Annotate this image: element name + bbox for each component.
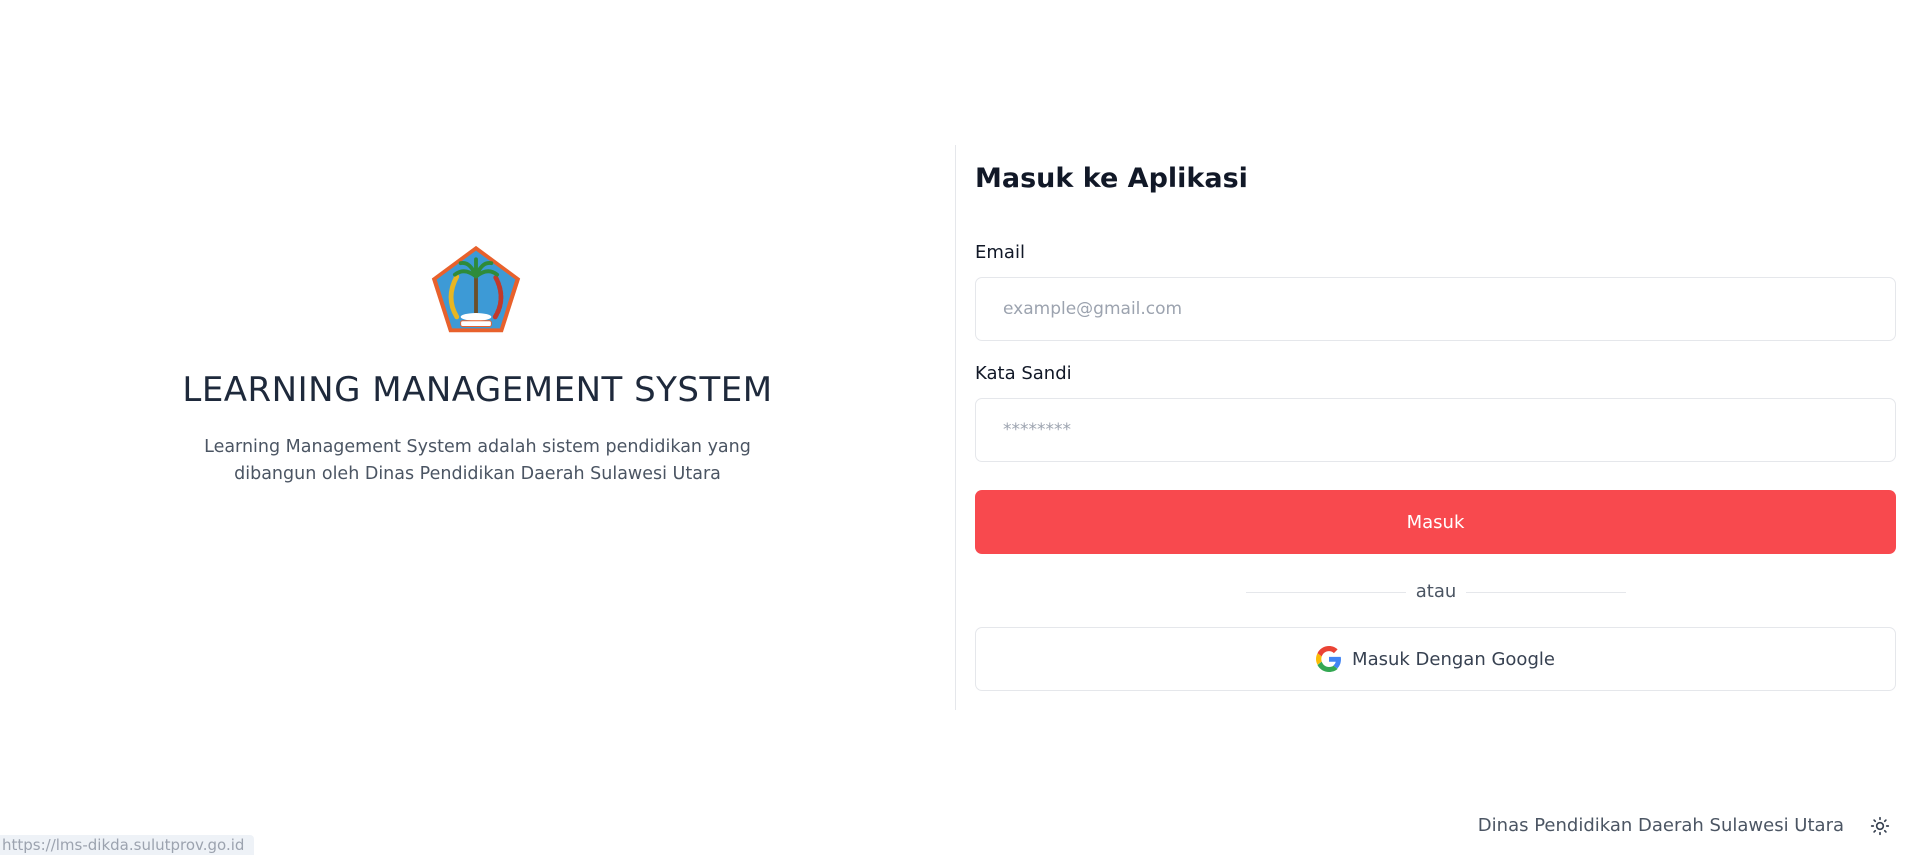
google-g-icon	[1316, 646, 1342, 672]
hero-panel: LEARNING MANAGEMENT SYSTEM Learning Mana…	[0, 0, 955, 855]
login-button[interactable]: Masuk	[975, 490, 1896, 554]
google-login-button[interactable]: Masuk Dengan Google	[975, 627, 1896, 691]
sun-icon[interactable]	[1870, 816, 1890, 836]
password-input[interactable]	[975, 398, 1896, 462]
email-label: Email	[975, 242, 1025, 263]
vertical-divider	[955, 145, 956, 710]
app-description: Learning Management System adalah sistem…	[204, 437, 751, 484]
or-separator: atau	[1246, 581, 1626, 603]
password-label: Kata Sandi	[975, 363, 1072, 384]
province-emblem-logo	[431, 245, 521, 333]
app-title: LEARNING MANAGEMENT SYSTEM	[182, 370, 773, 410]
google-login-label: Masuk Dengan Google	[1352, 648, 1555, 670]
login-title: Masuk ke Aplikasi	[975, 163, 1248, 194]
footer-institution: Dinas Pendidikan Daerah Sulawesi Utara	[1477, 815, 1844, 836]
login-page: LEARNING MANAGEMENT SYSTEM Learning Mana…	[0, 0, 1914, 855]
status-bar-url: https://lms-dikda.sulutprov.go.id	[0, 835, 255, 855]
separator-line-right	[1466, 592, 1626, 593]
email-input[interactable]	[975, 277, 1896, 341]
